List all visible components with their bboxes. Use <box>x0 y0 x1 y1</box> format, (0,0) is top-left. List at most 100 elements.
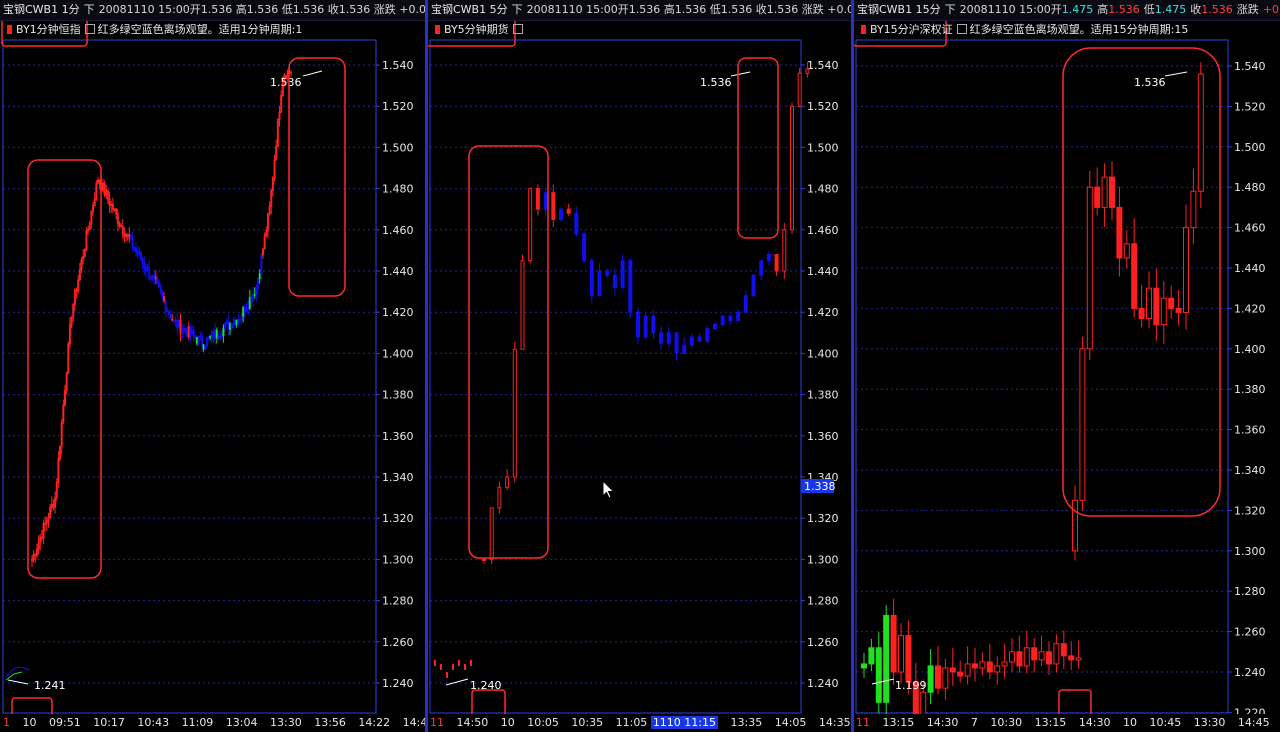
price-axis-label: 1.500 <box>382 141 414 154</box>
candle-body <box>144 267 147 272</box>
candle-body <box>238 318 241 321</box>
price-marker-label: 1.199 <box>895 679 927 692</box>
candle-body <box>1038 651 1045 661</box>
time-tick: 13:30 <box>270 716 302 729</box>
candle-body <box>49 506 52 519</box>
price-marker-line <box>445 678 469 686</box>
candle-body <box>986 661 993 673</box>
price-marker-label: 1.241 <box>34 679 66 692</box>
symbol-label[interactable]: 宝钢CWB1 15分 <box>857 3 941 16</box>
indicator-bar: BY1分钟恒指 红多绿空蓝色离场观望。适用1分钟周期:1 <box>0 21 425 39</box>
price-axis-label: 1.340 <box>382 471 414 484</box>
time-tick: 13:15 <box>882 716 915 729</box>
candle-body <box>159 286 162 293</box>
time-axis: 1 10 09:51 10:17 10:43 11:09 13:04 13:30… <box>0 714 425 732</box>
price-marker-line <box>302 70 323 77</box>
price-marker-label: 1.536 <box>270 76 302 89</box>
candle-body <box>620 260 625 288</box>
candle-body <box>278 111 281 121</box>
candle-body <box>1016 651 1023 667</box>
candle-body <box>192 329 195 336</box>
price-axis-label: 1.460 <box>807 224 839 237</box>
candle-body <box>861 663 867 669</box>
candle-body <box>110 203 113 206</box>
candle-body <box>782 229 787 272</box>
indicator-name[interactable]: BY5分钟期货 <box>444 23 509 36</box>
price-axis-label: 1.420 <box>1234 302 1266 315</box>
price-marker-line <box>871 678 895 685</box>
price-axis-label: 1.460 <box>1234 222 1266 235</box>
candle-body <box>121 225 124 235</box>
price-axis-label: 1.280 <box>807 595 839 608</box>
candle-body <box>1183 227 1189 313</box>
candle-body <box>118 222 121 227</box>
chart-panel-5min[interactable]: 1.540 1.520 1.500 1.480 1.460 1.440 1.420 1.400… <box>428 0 851 732</box>
indicator-name[interactable]: BY1分钟恒指 <box>16 23 81 36</box>
candle-body <box>35 548 38 556</box>
candle-body <box>235 319 238 325</box>
candle-body <box>128 234 131 239</box>
candle-body <box>666 332 671 344</box>
candle-body <box>774 254 779 272</box>
candle-body <box>92 205 95 212</box>
indicator-name[interactable]: BY15分沪深权证 <box>870 23 953 36</box>
candle-body <box>187 326 190 338</box>
symbol-label[interactable]: 宝钢CWB1 1分 <box>3 3 80 16</box>
indicator-marker-icon[interactable] <box>861 25 866 34</box>
candle-body <box>1072 499 1078 552</box>
collapse-box-icon[interactable] <box>512 24 523 34</box>
indicator-marker-icon[interactable] <box>435 25 440 34</box>
chart-panel-15min[interactable]: 1.540 1.520 1.500 1.480 1.460 1.440 1.420 1.400… <box>854 0 1280 732</box>
candle-body <box>131 236 134 248</box>
candle-body <box>1086 186 1093 350</box>
chart-panel-1min[interactable]: 1.540 1.520 1.500 1.480 1.460 1.440 1.420 1.400… <box>0 0 425 732</box>
candle-body <box>1101 176 1108 208</box>
candle-body <box>177 319 180 329</box>
candle-body <box>200 335 203 346</box>
price-axis-label: 1.360 <box>382 430 414 443</box>
price-axis-label: 1.400 <box>1234 343 1266 356</box>
candle-body <box>689 336 694 346</box>
indicator-marker-icon[interactable] <box>7 25 12 34</box>
time-tick: 7 <box>970 716 978 729</box>
time-axis: 11 14:50 10 10:05 10:35 11:05 1110 11:15… <box>428 714 851 732</box>
candlestick-chart-5min[interactable]: 1.540 1.520 1.500 1.480 1.460 1.440 1.420 1.400… <box>428 0 851 732</box>
candle-body <box>204 345 207 350</box>
time-tick: 10 <box>22 716 37 729</box>
price-axis-label: 1.240 <box>1234 666 1266 679</box>
open-value: 1.475 <box>1061 3 1094 16</box>
candle-body <box>898 635 904 673</box>
price-axis-label: 1.340 <box>1234 464 1266 477</box>
candlestick-chart-1min[interactable]: 1.540 1.520 1.500 1.480 1.460 1.440 1.420 1.400… <box>0 0 425 732</box>
candle-body <box>154 276 157 280</box>
candle-body <box>126 234 129 237</box>
candle-body <box>146 266 149 272</box>
candle-body <box>151 274 154 280</box>
candle-body <box>78 269 81 281</box>
time-day: 11 <box>856 716 870 729</box>
candle-body <box>736 311 741 321</box>
plot-frame <box>855 39 1229 714</box>
collapse-box-icon[interactable] <box>84 24 95 34</box>
candle-body <box>149 277 152 280</box>
highlight-box <box>288 57 346 297</box>
candle-body <box>181 329 184 334</box>
candlestick-chart-15min[interactable]: 1.540 1.520 1.500 1.480 1.460 1.440 1.420 1.400… <box>854 0 1280 732</box>
candle-body <box>158 282 161 288</box>
candle-body <box>65 372 68 391</box>
price-axis-label: 1.460 <box>382 224 414 237</box>
candle-body <box>220 335 223 338</box>
candle-body <box>257 278 260 289</box>
candle-body <box>229 323 231 330</box>
header-suffix: 下 <box>944 3 956 16</box>
price-axis-label: 1.360 <box>1234 424 1266 437</box>
candle-body <box>214 329 217 340</box>
candle-body <box>47 517 50 522</box>
quote-stats: 20081110 15:00开 <box>959 3 1062 16</box>
candle-body <box>85 230 88 250</box>
candle-body <box>262 248 264 256</box>
symbol-label[interactable]: 宝钢CWB1 5分 <box>431 3 508 16</box>
collapse-box-icon[interactable] <box>956 24 967 34</box>
candle-body <box>138 251 141 255</box>
candle-body <box>266 213 269 232</box>
